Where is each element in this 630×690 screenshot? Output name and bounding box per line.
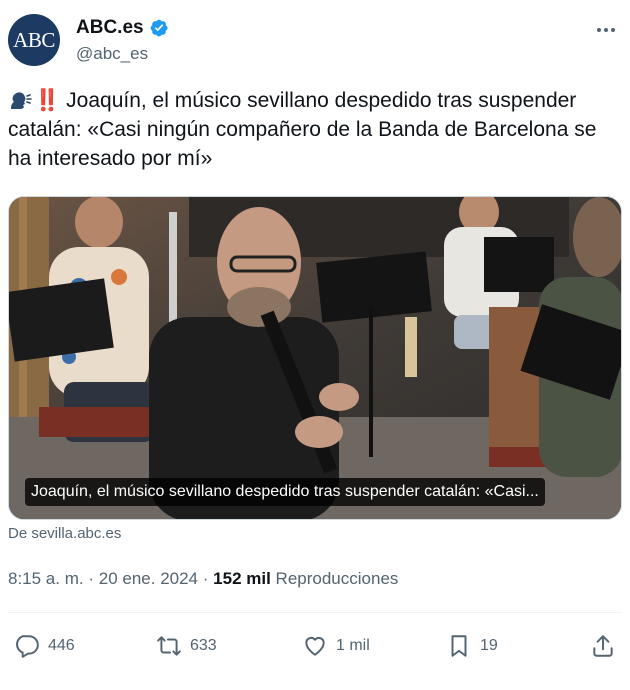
link-source[interactable]: De sevilla.abc.es — [8, 525, 121, 542]
views-count: 152 mil — [213, 569, 271, 588]
meta-separator: · — [202, 569, 209, 588]
repost-button[interactable]: 633 — [156, 624, 217, 668]
views-label: Reproducciones — [275, 569, 399, 588]
like-button[interactable]: 1 mil — [302, 624, 370, 668]
reply-icon — [16, 635, 39, 658]
avatar-text: ABC — [13, 27, 55, 52]
speaking-head-emoji — [11, 92, 32, 109]
tweet-time[interactable]: 8:15 a. m. — [8, 569, 84, 588]
more-icon[interactable] — [594, 20, 618, 40]
divider — [8, 612, 622, 613]
verified-icon — [150, 19, 168, 37]
meta-separator: · — [88, 569, 95, 588]
share-button[interactable] — [590, 624, 616, 668]
bookmark-button[interactable]: 19 — [446, 624, 498, 668]
avatar[interactable]: ABC — [8, 14, 60, 66]
reply-count: 446 — [48, 637, 75, 654]
action-bar: 446 633 1 mil 19 — [8, 624, 622, 668]
tweet-body: Joaquín, el músico sevillano despedido t… — [8, 89, 597, 170]
name-row: ABC.es — [76, 17, 169, 39]
like-count: 1 mil — [336, 637, 370, 654]
tweet-date[interactable]: 20 ene. 2024 — [99, 569, 198, 588]
like-icon — [305, 636, 325, 656]
display-name[interactable]: ABC.es — [76, 17, 144, 39]
tweet-header: ABC ABC.es @abc_es — [8, 14, 622, 70]
handle[interactable]: @abc_es — [76, 44, 148, 64]
repost-icon — [157, 636, 181, 656]
media-caption: Joaquín, el músico sevillano despedido t… — [25, 478, 545, 506]
reply-button[interactable]: 446 — [14, 624, 75, 668]
media-photo — [9, 197, 621, 519]
bookmark-count: 19 — [480, 637, 498, 654]
bookmark-icon — [451, 635, 467, 657]
media-card[interactable]: Joaquín, el músico sevillano despedido t… — [8, 196, 622, 520]
repost-count: 633 — [190, 637, 217, 654]
tweet-text: ‼️ Joaquín, el músico sevillano despedido… — [8, 86, 622, 173]
share-icon — [593, 635, 613, 657]
double-exclamation-emoji: ‼️ — [34, 89, 60, 112]
tweet-meta: 8:15 a. m. · 20 ene. 2024 · 152 mil Repr… — [8, 569, 398, 589]
